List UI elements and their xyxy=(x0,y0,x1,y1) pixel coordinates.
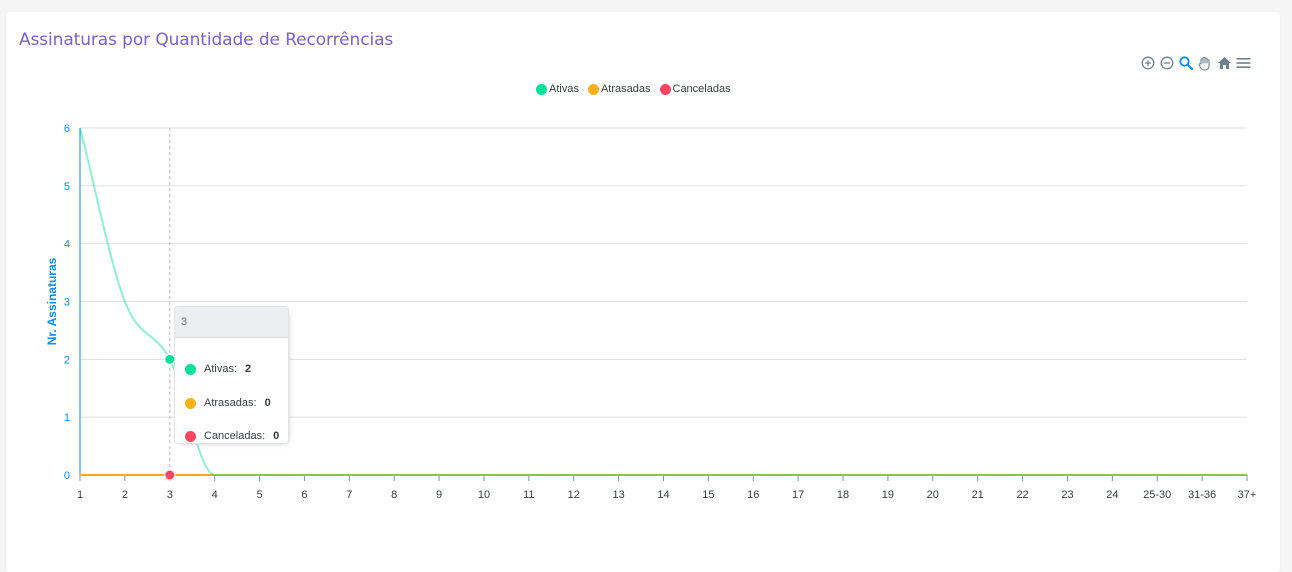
x-tick-label: 15 xyxy=(702,489,714,501)
x-tick-label: 17 xyxy=(792,489,804,501)
x-tick-label: 12 xyxy=(568,489,580,501)
x-tick-label: 13 xyxy=(612,489,624,501)
y-tick-label: 2 xyxy=(64,354,70,366)
tooltip-marker-ativas xyxy=(185,363,196,375)
x-tick-label: 11 xyxy=(523,489,534,501)
x-tick-label: 6 xyxy=(301,489,307,501)
tooltip-title: 3 xyxy=(175,307,288,338)
y-tick-label: 4 xyxy=(64,239,70,251)
x-tick-label: 8 xyxy=(391,489,397,501)
tooltip-marker-canceladas xyxy=(185,430,196,442)
x-tick-label: 37+ xyxy=(1238,489,1257,501)
tooltip-label-atrasadas: Atrasadas: xyxy=(204,397,257,409)
hover-marker-canceladas xyxy=(164,469,176,481)
x-tick-label: 5 xyxy=(256,489,262,501)
x-tick-label: 31-36 xyxy=(1188,489,1216,501)
x-tick-label: 1 xyxy=(77,489,83,501)
x-tick-label: 20 xyxy=(927,489,939,501)
y-tick-label: 5 xyxy=(64,181,70,193)
tooltip-value-atrasadas: 0 xyxy=(264,397,271,409)
tooltip-label-ativas: Ativas: xyxy=(204,363,238,375)
x-tick-label: 16 xyxy=(747,489,759,501)
tooltip-row-canceladas: Canceladas: 0 xyxy=(185,429,279,443)
tooltip-row-ativas: Ativas: 2 xyxy=(185,362,251,376)
x-tick-label: 4 xyxy=(212,489,218,501)
y-tick-label: 1 xyxy=(64,412,70,424)
x-tick-label: 21 xyxy=(972,489,984,501)
x-tick-label: 2 xyxy=(122,489,128,501)
x-tick-label: 24 xyxy=(1106,489,1118,501)
tooltip-value-ativas: 2 xyxy=(245,363,252,375)
y-tick-label: 3 xyxy=(64,297,70,309)
tooltip-marker-atrasadas xyxy=(185,397,196,409)
x-tick-label: 18 xyxy=(837,489,849,501)
tooltip-label-canceladas: Canceladas: xyxy=(204,430,266,442)
x-tick-label: 3 xyxy=(167,489,173,501)
x-tick-label: 25-30 xyxy=(1143,489,1171,501)
x-tick-label: 14 xyxy=(657,489,669,501)
chart-tooltip: 3 Ativas: 2 Atrasadas: 0 Canceladas: 0 xyxy=(174,306,289,444)
tooltip-row-atrasadas: Atrasadas: 0 xyxy=(185,396,271,410)
y-axis-title: Nr. Assinaturas xyxy=(45,257,59,345)
x-tick-label: 23 xyxy=(1061,489,1073,501)
x-tick-label: 10 xyxy=(478,489,490,501)
x-tick-label: 19 xyxy=(882,489,894,501)
y-tick-label: 0 xyxy=(64,470,70,482)
x-tick-label: 22 xyxy=(1016,489,1028,501)
x-tick-label: 9 xyxy=(436,489,442,501)
tooltip-value-canceladas: 0 xyxy=(273,430,280,442)
line-chart: 0123456Nr. Assinaturas1 2 3 4 5 6 7 8 9 10 11 12 13 1… xyxy=(45,123,1257,501)
x-tick-label: 7 xyxy=(346,489,352,501)
y-tick-label: 6 xyxy=(64,123,70,135)
